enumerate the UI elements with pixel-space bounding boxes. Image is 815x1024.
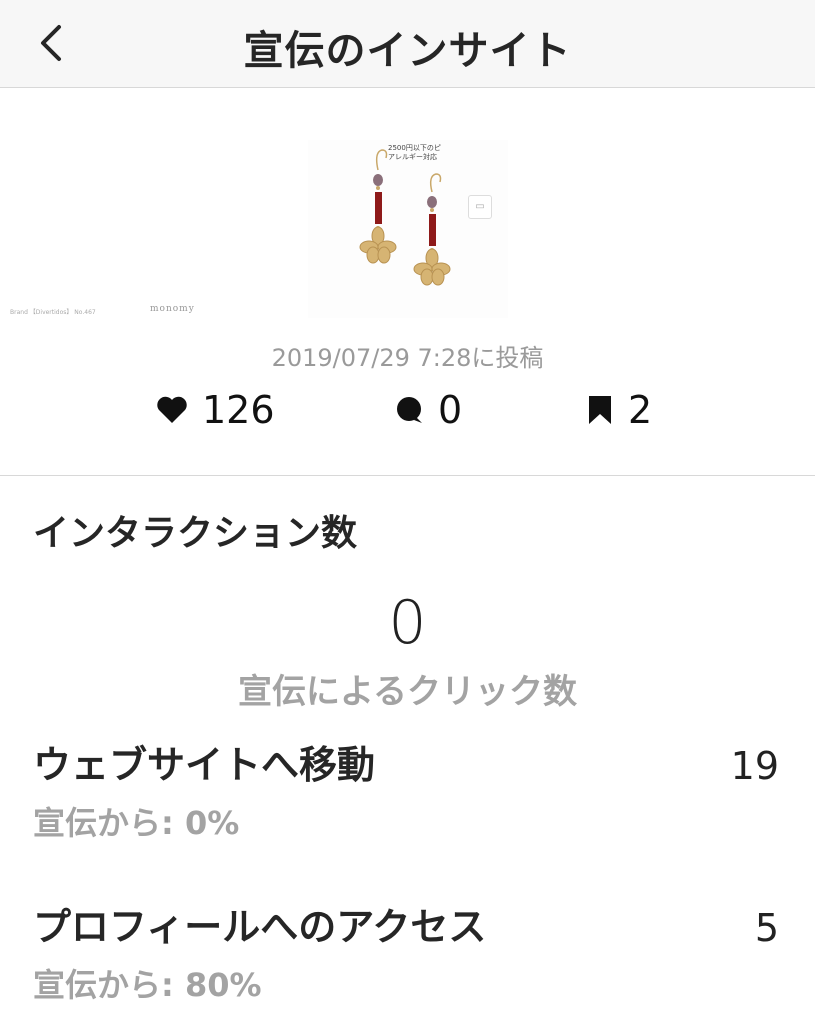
metric-value: 5 <box>754 906 779 950</box>
post-thumbnail[interactable]: 2500円以下のピ アレルギー対応 ▭ <box>308 140 508 318</box>
posted-date: 2019/07/29 7:28に投稿 <box>271 344 544 372</box>
metric-value: 19 <box>730 744 779 788</box>
metric-label: ウェブサイトへ移動 <box>33 743 376 787</box>
comments-stat: 0 <box>394 388 462 432</box>
post-stats: 126 0 2 <box>0 388 815 432</box>
comment-icon <box>397 397 422 423</box>
header-bar: 宣伝のインサイト <box>0 0 815 88</box>
metric-label: プロフィールへのアクセス <box>33 905 487 949</box>
likes-count: 126 <box>202 388 275 432</box>
heart-icon <box>157 396 187 423</box>
bookmark-icon <box>589 396 611 424</box>
metric-sub: 宣伝から: 80% <box>33 966 262 1004</box>
comments-count: 0 <box>438 388 463 432</box>
page-title: 宣伝のインサイト <box>243 28 572 74</box>
metric-profile-visits: プロフィールへのアクセス 5 宣伝から: 80% <box>0 896 815 1006</box>
saves-count: 2 <box>628 388 653 432</box>
metric-sub: 宣伝から: 0% <box>33 804 240 842</box>
post-summary: 2500円以下のピ アレルギー対応 ▭ Brand 【Divertidos】 N… <box>0 88 815 476</box>
thumbnail-brand: Brand 【Divertidos】 No.467 <box>10 309 96 316</box>
promotion-clicks-label: 宣伝によるクリック数 <box>238 672 577 712</box>
thumbnail-logo: monomy <box>150 304 195 314</box>
earrings-image <box>359 149 451 286</box>
promotion-clicks-count: 0 <box>388 588 427 658</box>
saves-stat: 2 <box>586 388 652 432</box>
interactions-title: インタラクション数 <box>33 513 358 554</box>
carousel-icon: ▭ <box>468 195 492 219</box>
metric-website-visits: ウェブサイトへ移動 19 宣伝から: 0% <box>0 734 815 844</box>
likes-stat: 126 <box>156 388 275 432</box>
